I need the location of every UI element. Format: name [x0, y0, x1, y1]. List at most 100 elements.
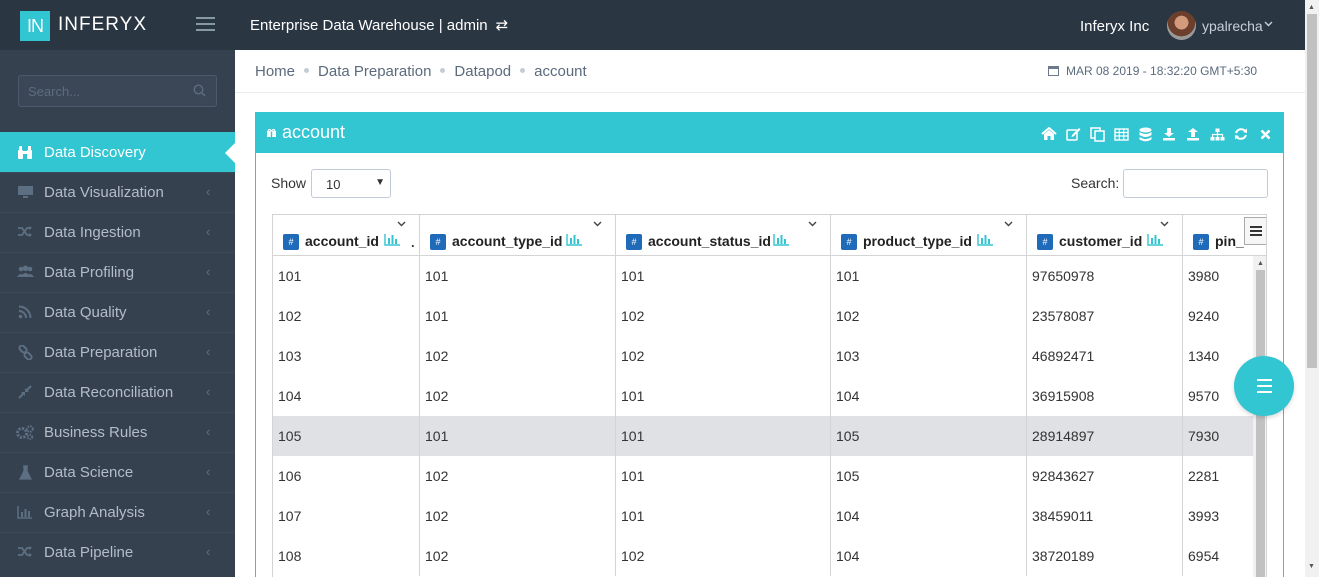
column-header-account-status-id[interactable]: # account_status_id [616, 215, 831, 255]
shuffle-icon [16, 545, 34, 561]
chevron-down-icon[interactable] [593, 219, 602, 230]
app-title[interactable]: Enterprise Data Warehouse | admin ⇄ [250, 16, 508, 34]
sidebar-item-data-preparation[interactable]: Data Preparation ‹ [0, 332, 235, 372]
sidebar-item-data-science[interactable]: Data Science ‹ [0, 452, 235, 492]
grid-scrollbar-thumb[interactable] [1256, 270, 1265, 577]
bar-chart-icon[interactable] [773, 233, 790, 249]
table-row[interactable]: 106 102 101 105 92843627 2281 [273, 456, 1253, 496]
user-name[interactable]: ypalrecha [1202, 18, 1263, 34]
table-row-highlighted[interactable]: 105 101 101 105 28914897 7930 [273, 416, 1253, 456]
bar-chart-icon[interactable] [566, 233, 583, 249]
column-header-product-type-id[interactable]: # product_type_id [831, 215, 1027, 255]
bar-chart-icon[interactable] [1147, 233, 1164, 249]
chevron-down-icon[interactable] [1160, 219, 1169, 230]
chevron-down-icon[interactable] [1264, 18, 1273, 30]
chevron-down-icon[interactable] [1004, 219, 1013, 230]
sidebar-item-label: Data Quality [44, 304, 127, 321]
sidebar-search [18, 75, 217, 107]
column-name: account_id [305, 233, 379, 249]
type-badge: # [841, 234, 857, 250]
breadcrumb-current: account [534, 63, 587, 80]
grid-menu-button[interactable] [1244, 217, 1266, 245]
breadcrumb-data-preparation[interactable]: Data Preparation [318, 63, 431, 80]
sidebar-item-data-profiling[interactable]: Data Profiling ‹ [0, 252, 235, 292]
datetime-text: MAR 08 2019 - 18:32:20 GMT+5:30 [1066, 64, 1258, 78]
page-scrollbar[interactable]: ▲ ▼ [1305, 0, 1319, 577]
chevron-down-icon[interactable] [808, 219, 817, 230]
page-scrollbar-thumb[interactable] [1307, 14, 1317, 368]
sidebar-item-data-ingestion[interactable]: Data Ingestion ‹ [0, 212, 235, 252]
table-row[interactable]: 102 101 102 102 23578087 9240 [273, 296, 1253, 336]
sidebar-item-graph-analysis[interactable]: Graph Analysis ‹ [0, 492, 235, 532]
chevron-down-icon[interactable] [397, 219, 406, 230]
sidebar-item-business-rules[interactable]: Business Rules ‹ [0, 412, 235, 452]
sidebar-item-label: Data Visualization [44, 184, 164, 201]
table-search-input[interactable] [1123, 169, 1268, 198]
page-size-select[interactable]: 10 ▼ [311, 169, 391, 198]
search-icon[interactable] [193, 84, 206, 97]
top-bar: IN INFERYX Enterprise Data Warehouse | a… [0, 0, 1305, 50]
copy-icon[interactable] [1089, 126, 1105, 142]
table-cell: 101 [616, 416, 831, 456]
sidebar-toggle-icon[interactable] [196, 17, 215, 31]
sidebar-item-label: Data Reconciliation [44, 384, 174, 401]
breadcrumb-datapod[interactable]: Datapod [454, 63, 511, 80]
table-row[interactable]: 101 101 101 101 97650978 3980 [273, 256, 1253, 296]
table-cell: 101 [420, 416, 616, 456]
scroll-up-icon[interactable]: ▲ [1257, 260, 1264, 267]
link-icon [16, 344, 34, 361]
sidebar-search-input[interactable] [19, 76, 189, 106]
avatar[interactable] [1167, 11, 1196, 40]
table-cell: 105 [831, 456, 1027, 496]
close-icon[interactable] [1257, 126, 1273, 142]
sidebar-item-data-quality[interactable]: Data Quality ‹ [0, 292, 235, 332]
table-cell: 105 [831, 416, 1027, 456]
chevron-left-icon: ‹ [206, 304, 211, 319]
table-row[interactable]: 107 102 101 104 38459011 3993 [273, 496, 1253, 536]
home-icon[interactable] [1041, 126, 1057, 142]
sidebar-item-data-discovery[interactable]: Data Discovery [0, 132, 235, 172]
table-cell: 6954 [1188, 548, 1220, 564]
column-header-account-type-id[interactable]: # account_type_id [420, 215, 616, 255]
database-icon[interactable] [1137, 126, 1153, 142]
sidebar-item-label: Data Science [44, 464, 134, 481]
table-cell: 108 [273, 536, 420, 576]
column-header-account-id[interactable]: # account_id . [273, 215, 420, 255]
portlet-toolbar [1041, 126, 1273, 142]
breadcrumb-separator [520, 68, 526, 73]
table-icon[interactable] [1113, 126, 1129, 142]
breadcrumb-home[interactable]: Home [255, 63, 295, 80]
refresh-icon[interactable] [1233, 126, 1249, 142]
column-header-customer-id[interactable]: # customer_id [1027, 215, 1183, 255]
table-row[interactable]: 104 102 101 104 36915908 9570 [273, 376, 1253, 416]
chevron-left-icon: ‹ [206, 464, 211, 479]
table-row[interactable]: 103 102 102 103 46892471 1340 [273, 336, 1253, 376]
table-cell: 9240 [1188, 308, 1220, 324]
gears-icon [16, 425, 34, 441]
switch-icon[interactable]: ⇄ [496, 17, 509, 34]
bar-chart-icon[interactable] [977, 233, 994, 249]
table-row[interactable]: 108 102 102 104 38720189 6954 [273, 536, 1253, 576]
scroll-up-icon[interactable]: ▲ [1308, 4, 1315, 11]
gift-icon [267, 128, 276, 137]
floating-menu-button[interactable] [1234, 356, 1294, 416]
sidebar-item-data-reconciliation[interactable]: Data Reconciliation ‹ [0, 372, 235, 412]
upload-icon[interactable] [1185, 126, 1201, 142]
table-cell: 101 [616, 376, 831, 416]
scroll-down-icon[interactable]: ▼ [1308, 563, 1315, 570]
table-cell: 97650978 [1027, 256, 1183, 296]
table-cell: 101 [420, 256, 616, 296]
grid-scrollbar[interactable]: ▲ [1253, 256, 1266, 577]
ellipsis-icon: . [411, 235, 415, 250]
table-cell: 104 [273, 376, 420, 416]
table-cell: 28914897 [1027, 416, 1183, 456]
brand-name: INFERYX [58, 14, 148, 35]
logo-mark: IN [20, 11, 50, 41]
download-icon[interactable] [1161, 126, 1177, 142]
sidebar-item-data-pipeline[interactable]: Data Pipeline ‹ [0, 532, 235, 572]
type-badge: # [1037, 234, 1053, 250]
sitemap-icon[interactable] [1209, 126, 1225, 142]
bar-chart-icon[interactable] [384, 233, 401, 249]
sidebar-item-data-visualization[interactable]: Data Visualization ‹ [0, 172, 235, 212]
edit-icon[interactable] [1065, 126, 1081, 142]
